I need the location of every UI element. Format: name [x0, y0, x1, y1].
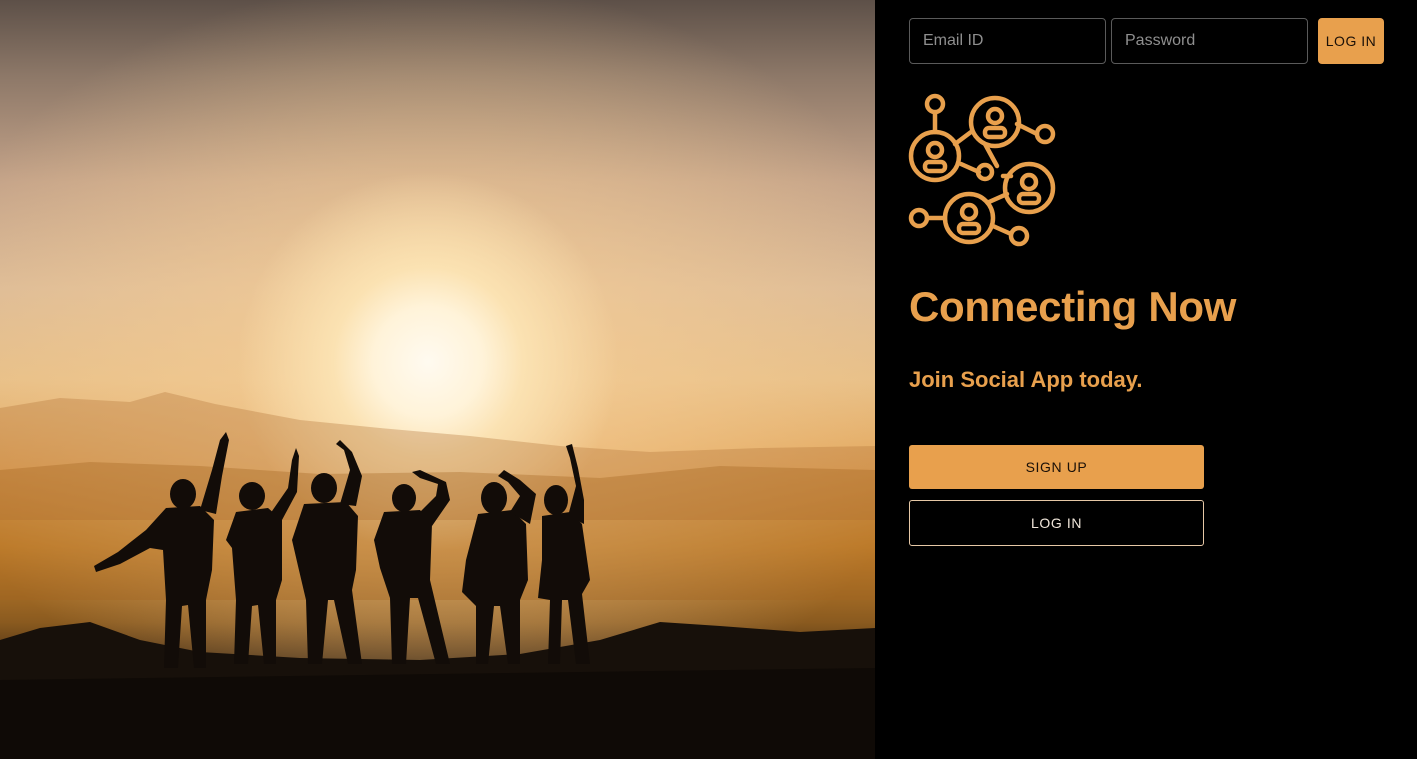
tagline: Join Social App today.	[909, 367, 1143, 392]
signup-button[interactable]: SIGN UP	[909, 445, 1204, 489]
auth-panel: LOG IN	[875, 0, 1417, 759]
hero-silhouette-scene	[0, 392, 875, 759]
login-button[interactable]: LOG IN	[909, 500, 1204, 546]
hero-image	[0, 0, 875, 759]
header-login-button[interactable]: LOG IN	[1318, 18, 1384, 64]
password-field[interactable]	[1111, 18, 1308, 64]
page-title: Connecting Now	[909, 283, 1237, 330]
social-network-icon	[907, 92, 1059, 248]
email-field[interactable]	[909, 18, 1106, 64]
